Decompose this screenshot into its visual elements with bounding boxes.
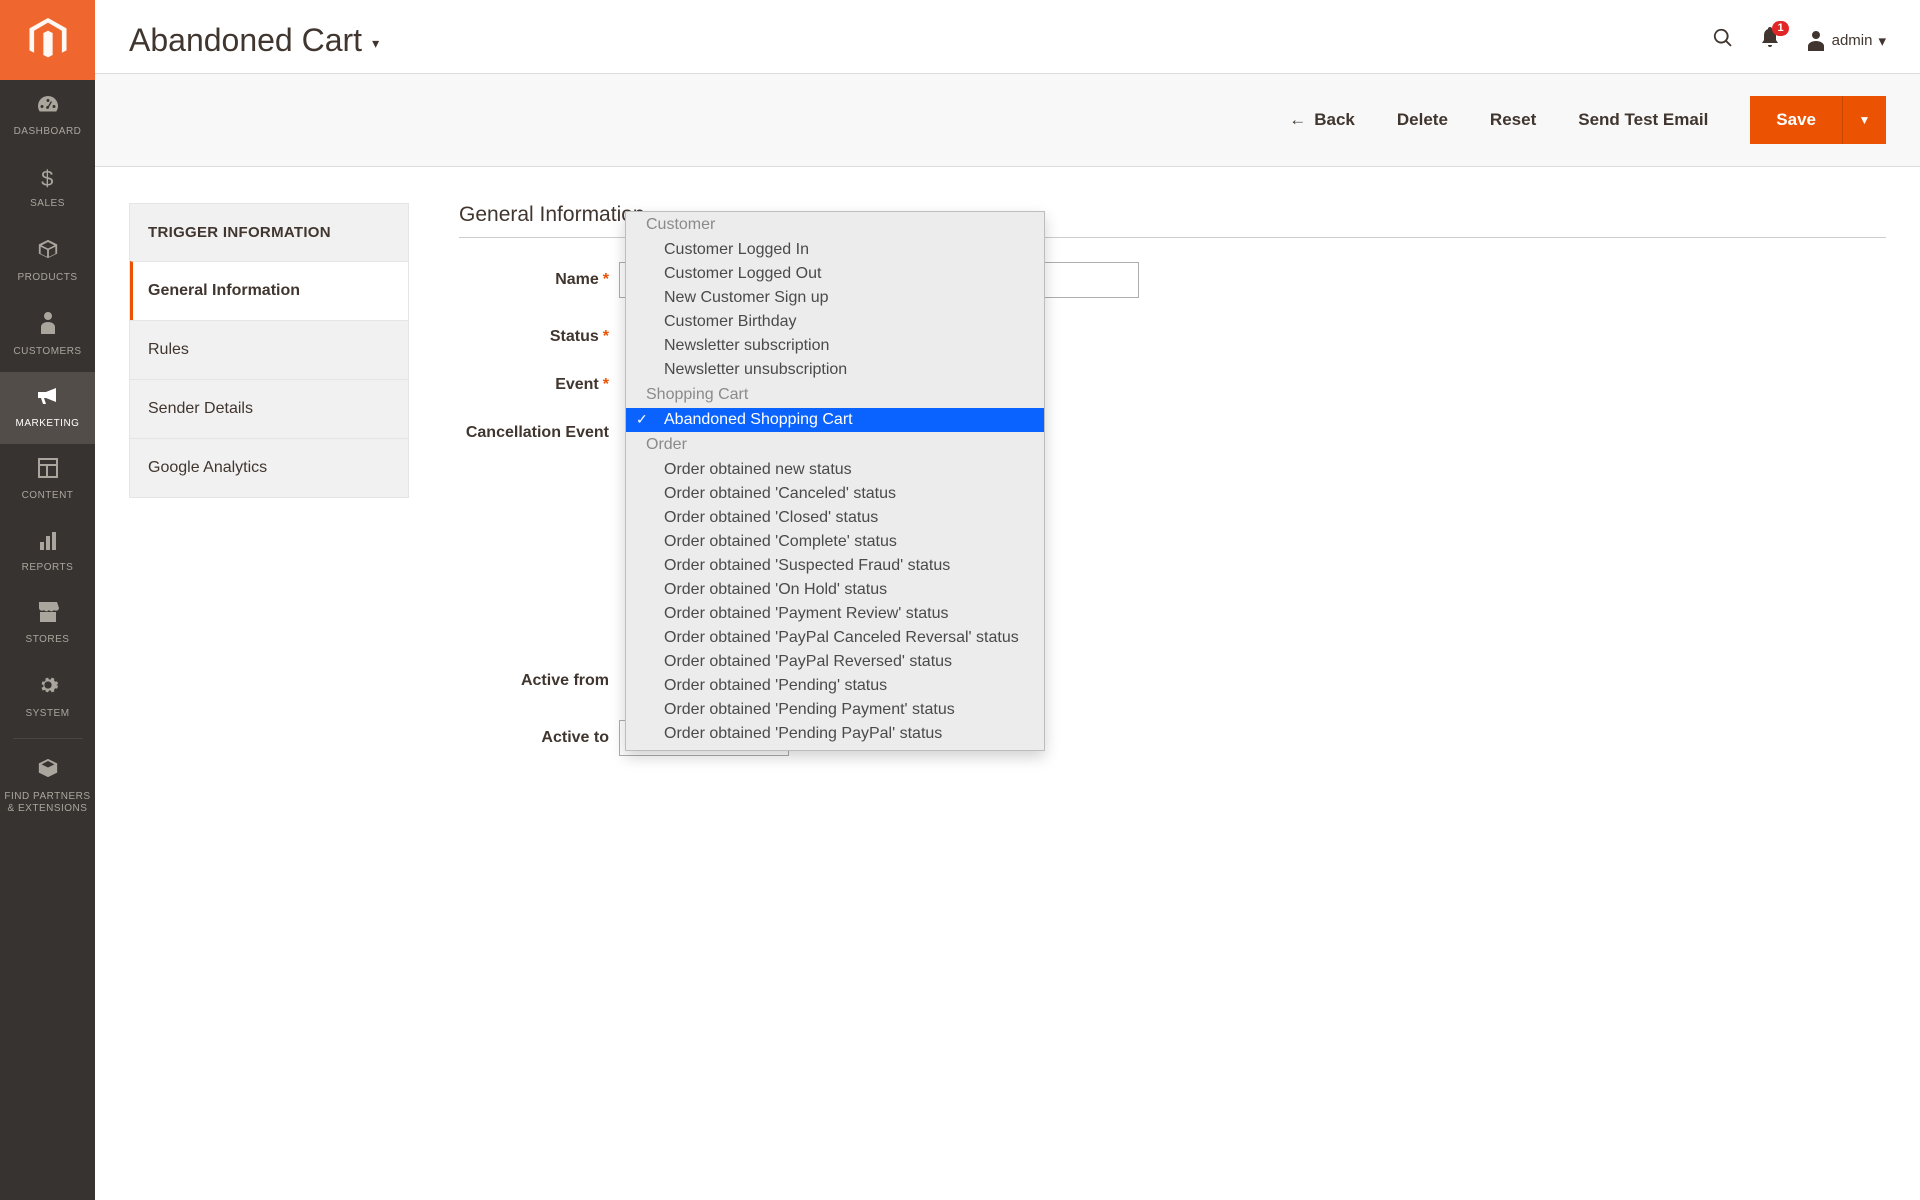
- tab-rules[interactable]: Rules: [130, 320, 408, 379]
- gear-icon: [37, 674, 59, 702]
- dropdown-item[interactable]: Order obtained 'Pending PayPal' status: [626, 722, 1044, 746]
- dropdown-item[interactable]: Newsletter unsubscription: [626, 358, 1044, 382]
- arrow-left-icon: ←: [1289, 110, 1306, 130]
- nav-products[interactable]: PRODUCTS: [0, 224, 95, 298]
- label-name: Name: [555, 271, 599, 288]
- store-icon: [37, 602, 59, 628]
- dropdown-item[interactable]: Order obtained 'Suspected Fraud' status: [626, 554, 1044, 578]
- person-icon: [39, 312, 57, 340]
- nav-label: REPORTS: [22, 562, 74, 574]
- layout-icon: [38, 458, 58, 484]
- magento-icon: [29, 18, 67, 62]
- dropdown-item[interactable]: Customer Birthday: [626, 310, 1044, 334]
- user-menu[interactable]: admin ▾: [1806, 31, 1886, 51]
- nav-content[interactable]: CONTENT: [0, 444, 95, 516]
- required-star: *: [603, 376, 609, 393]
- action-bar: ← Back Delete Reset Send Test Email Save…: [95, 73, 1920, 167]
- label-status: Status: [550, 328, 599, 345]
- nav-label: SALES: [30, 198, 65, 210]
- dropdown-item[interactable]: Order obtained new status: [626, 458, 1044, 482]
- caret-down-icon: ▾: [1878, 32, 1886, 50]
- caret-down-icon: ▾: [372, 35, 379, 52]
- reset-button[interactable]: Reset: [1490, 110, 1536, 130]
- nav-marketing[interactable]: MARKETING: [0, 372, 95, 444]
- event-dropdown[interactable]: CustomerCustomer Logged InCustomer Logge…: [625, 211, 1045, 751]
- save-dropdown-button[interactable]: ▼: [1842, 96, 1886, 144]
- nav-label: DASHBOARD: [14, 126, 82, 138]
- bars-icon: [38, 530, 58, 556]
- nav-separator: [13, 738, 83, 739]
- form-area: General Information Name* Status* Event*…: [459, 203, 1886, 1164]
- save-button[interactable]: Save: [1750, 96, 1842, 144]
- nav-label: CUSTOMERS: [13, 346, 81, 358]
- nav-label: STORES: [26, 634, 70, 646]
- dropdown-item[interactable]: Order obtained 'PayPal Reversed' status: [626, 650, 1044, 674]
- send-test-email-button[interactable]: Send Test Email: [1578, 110, 1708, 130]
- nav-label: FIND PARTNERS & EXTENSIONS: [4, 791, 91, 815]
- nav-reports[interactable]: REPORTS: [0, 516, 95, 588]
- label-active-to: Active to: [541, 729, 609, 746]
- dropdown-group: Order: [626, 432, 1044, 458]
- label-active-from: Active from: [521, 672, 609, 689]
- dropdown-item[interactable]: Order obtained 'PayPal Canceled Reversal…: [626, 626, 1044, 650]
- dropdown-item[interactable]: Order obtained 'Closed' status: [626, 506, 1044, 530]
- nav-sales[interactable]: $ SALES: [0, 152, 95, 224]
- nav-label: MARKETING: [16, 418, 80, 430]
- dropdown-item[interactable]: Customer Logged In: [626, 238, 1044, 262]
- page-title[interactable]: Abandoned Cart ▾: [129, 22, 379, 59]
- dropdown-item[interactable]: Order obtained 'Pending' status: [626, 674, 1044, 698]
- dropdown-group: Customer: [626, 212, 1044, 238]
- puzzle-icon: [37, 757, 59, 785]
- tabs-heading: TRIGGER INFORMATION: [130, 204, 408, 261]
- notification-badge: 1: [1772, 21, 1788, 36]
- label-event: Event: [555, 376, 599, 393]
- tab-sender-details[interactable]: Sender Details: [130, 379, 408, 438]
- tabs-sidebar: TRIGGER INFORMATION General Information …: [129, 203, 409, 498]
- nav-customers[interactable]: CUSTOMERS: [0, 298, 95, 372]
- user-icon: [1806, 31, 1826, 51]
- page-title-text: Abandoned Cart: [129, 22, 362, 59]
- box-icon: [37, 238, 59, 266]
- bell-icon[interactable]: 1: [1760, 27, 1780, 55]
- dollar-icon: $: [41, 166, 54, 192]
- dropdown-group: Shopping Cart: [626, 382, 1044, 408]
- nav-dashboard[interactable]: DASHBOARD: [0, 80, 95, 152]
- dropdown-item[interactable]: Customer Logged Out: [626, 262, 1044, 286]
- header: Abandoned Cart ▾ 1 admin ▾: [95, 0, 1920, 73]
- tab-google-analytics[interactable]: Google Analytics: [130, 438, 408, 497]
- nav-partners[interactable]: FIND PARTNERS & EXTENSIONS: [0, 743, 95, 829]
- dropdown-item[interactable]: Abandoned Shopping Cart: [626, 408, 1044, 432]
- magento-logo[interactable]: [0, 0, 95, 80]
- nav-label: CONTENT: [22, 490, 74, 502]
- nav-stores[interactable]: STORES: [0, 588, 95, 660]
- dropdown-item[interactable]: Order obtained 'Complete' status: [626, 530, 1044, 554]
- search-icon[interactable]: [1712, 27, 1734, 55]
- back-label: Back: [1314, 110, 1355, 130]
- nav-label: PRODUCTS: [17, 272, 77, 284]
- dropdown-item[interactable]: Order obtained 'Pending Payment' status: [626, 698, 1044, 722]
- dropdown-item[interactable]: Order obtained 'On Hold' status: [626, 578, 1044, 602]
- nav-label: SYSTEM: [25, 708, 69, 720]
- dropdown-item[interactable]: New Customer Sign up: [626, 286, 1044, 310]
- nav-system[interactable]: SYSTEM: [0, 660, 95, 734]
- label-cancellation-event: Cancellation Event: [466, 424, 609, 441]
- back-button[interactable]: ← Back: [1289, 110, 1355, 130]
- dropdown-item[interactable]: Order obtained 'Canceled' status: [626, 482, 1044, 506]
- tab-general-information[interactable]: General Information: [130, 261, 408, 320]
- user-name: admin: [1832, 32, 1873, 49]
- delete-button[interactable]: Delete: [1397, 110, 1448, 130]
- dropdown-item[interactable]: Order obtained 'Payment Review' status: [626, 602, 1044, 626]
- dropdown-item[interactable]: Order obtained 'Processing' status: [626, 746, 1044, 751]
- megaphone-icon: [36, 386, 60, 412]
- required-star: *: [603, 328, 609, 345]
- gauge-icon: [36, 94, 60, 120]
- dropdown-item[interactable]: Newsletter subscription: [626, 334, 1044, 358]
- left-nav: DASHBOARD $ SALES PRODUCTS CUSTOMERS MAR…: [0, 0, 95, 1200]
- required-star: *: [603, 271, 609, 288]
